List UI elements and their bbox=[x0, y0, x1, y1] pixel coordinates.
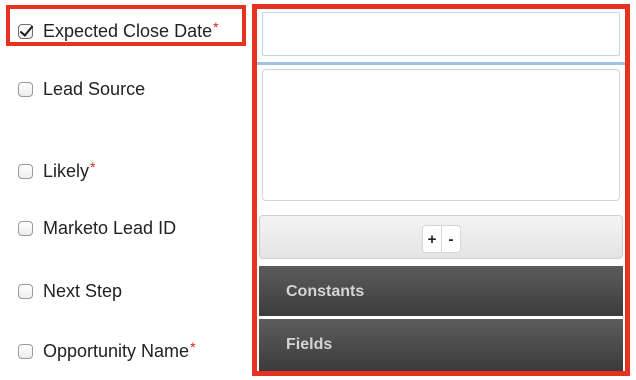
field-label: Marketo Lead ID bbox=[43, 217, 177, 238]
required-asterisk: * bbox=[213, 18, 219, 35]
constants-section-header[interactable]: Constants bbox=[259, 266, 623, 316]
field-row-lead-source[interactable]: Lead Source bbox=[18, 74, 146, 104]
field-label: Opportunity Name* bbox=[43, 338, 196, 361]
field-row-next-step[interactable]: Next Step bbox=[18, 276, 123, 306]
formula-textarea[interactable] bbox=[262, 69, 620, 201]
field-label: Lead Source bbox=[43, 78, 146, 99]
formula-input[interactable] bbox=[262, 12, 620, 56]
add-button[interactable]: + bbox=[423, 226, 441, 252]
required-asterisk: * bbox=[190, 338, 196, 355]
field-row-opportunity-name[interactable]: Opportunity Name* bbox=[18, 336, 196, 366]
field-label: Next Step bbox=[43, 280, 123, 301]
field-list: Expected Close Date* Lead Source Likely*… bbox=[0, 0, 252, 380]
field-row-marketo-lead-id[interactable]: Marketo Lead ID bbox=[18, 213, 177, 243]
field-label: Likely* bbox=[43, 158, 96, 181]
checkbox-next-step[interactable] bbox=[18, 283, 33, 299]
formula-builder-panel: + - Constants Fields bbox=[252, 4, 630, 376]
field-label: Expected Close Date* bbox=[43, 18, 219, 41]
checkbox-opportunity-name[interactable] bbox=[18, 343, 33, 359]
checkbox-marketo-lead-id[interactable] bbox=[18, 220, 33, 236]
button-bar: + - bbox=[259, 215, 623, 259]
required-asterisk: * bbox=[90, 158, 96, 175]
remove-button[interactable]: - bbox=[441, 226, 460, 252]
field-row-expected-close-date[interactable]: Expected Close Date* bbox=[18, 16, 219, 46]
fields-section-header[interactable]: Fields bbox=[259, 319, 623, 371]
checkbox-lead-source[interactable] bbox=[18, 81, 33, 97]
field-row-likely[interactable]: Likely* bbox=[18, 156, 95, 186]
checkbox-expected-close-date[interactable] bbox=[18, 23, 33, 39]
checkbox-likely[interactable] bbox=[18, 163, 33, 179]
divider bbox=[257, 62, 625, 65]
add-remove-group: + - bbox=[422, 225, 461, 253]
